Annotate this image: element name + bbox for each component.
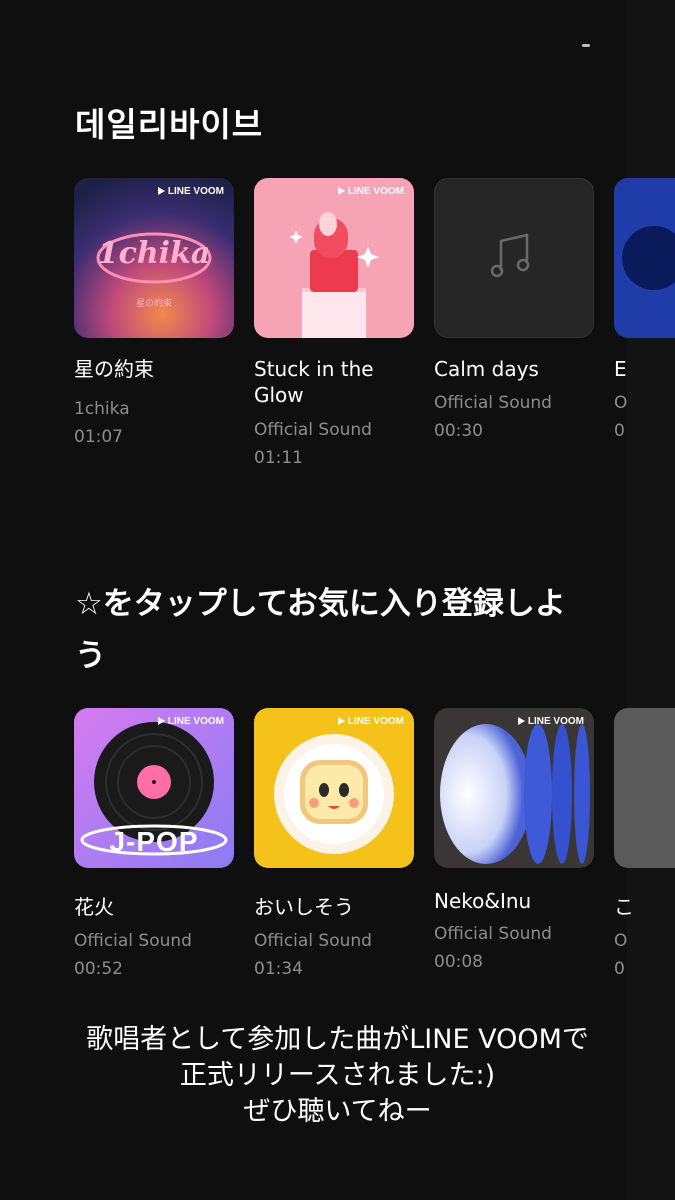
line-voom-badge: LINE VOOM xyxy=(337,184,404,198)
status-indicator xyxy=(582,44,590,47)
caption-text: 歌唱者として参加した曲がLINE VOOMで 正式リリースされました:) ぜひ聴… xyxy=(0,1022,675,1130)
play-icon xyxy=(517,717,525,725)
sound-title: Calm days xyxy=(434,357,539,381)
album-art-ovals: LINE VOOM xyxy=(434,708,594,868)
sound-duration: 00:30 xyxy=(434,421,483,441)
album-art-partial xyxy=(614,178,675,338)
sound-artist: Official Sound xyxy=(434,924,552,944)
sound-duration: 01:34 xyxy=(254,959,303,979)
caption-line: 正式リリースされました:) xyxy=(179,1060,496,1091)
sound-artist: Official Sound xyxy=(254,931,372,951)
sound-title: Neko&Inu xyxy=(434,889,532,913)
sound-duration: 0 xyxy=(614,959,625,979)
sound-artist: 1chika xyxy=(74,399,130,419)
play-icon xyxy=(157,187,165,195)
sound-title: Stuck in the Glow xyxy=(254,357,374,407)
album-art-placeholder xyxy=(434,178,594,338)
album-art-1chika: 1chika 星の約束 LINE VOOM xyxy=(74,178,234,338)
sound-artist: O xyxy=(614,931,628,951)
play-icon xyxy=(337,187,345,195)
sound-title: おいしそう xyxy=(254,895,354,919)
line-voom-badge: LINE VOOM xyxy=(337,714,404,728)
play-icon xyxy=(157,717,165,725)
sound-title: 花火 xyxy=(74,895,114,919)
sound-duration: 00:08 xyxy=(434,952,483,972)
album-art-vinyl: J-POP LINE VOOM xyxy=(74,708,234,868)
sound-artist: Official Sound xyxy=(254,420,372,440)
album-art-title: 1chika xyxy=(97,236,211,271)
section-title-daily-vibe: 데일리바이브 xyxy=(75,105,264,144)
carousel-daily-vibe[interactable]: 1chika 星の約束 LINE VOOM 星の約束 1chika 01:07 … xyxy=(74,178,675,498)
caption-line: 歌唱者として参加した曲がLINE VOOMで xyxy=(86,1024,589,1055)
sound-title: E xyxy=(614,357,627,381)
play-icon xyxy=(337,717,345,725)
caption-line: ぜひ聴いてねー xyxy=(243,1096,432,1127)
sound-duration: 0 xyxy=(614,421,625,441)
line-voom-badge: LINE VOOM xyxy=(157,184,224,198)
album-art-partial xyxy=(614,708,675,868)
line-voom-badge: LINE VOOM xyxy=(517,714,584,728)
album-art-title: J-POP xyxy=(109,826,199,857)
sound-title: 星の約束 xyxy=(74,357,154,381)
album-art-subtitle: 星の約束 xyxy=(135,299,172,309)
sound-duration: 01:11 xyxy=(254,448,303,468)
section-title-favorites: ☆をタップしてお気に入り登録しよう xyxy=(75,586,566,674)
sound-title: こ xyxy=(614,895,634,919)
sound-artist: Official Sound xyxy=(74,931,192,951)
album-art-toast: LINE VOOM xyxy=(254,708,414,868)
album-art-lipstick: LINE VOOM xyxy=(254,178,414,338)
sound-artist: O xyxy=(614,393,628,413)
sound-duration: 00:52 xyxy=(74,959,123,979)
line-voom-badge: LINE VOOM xyxy=(157,714,224,728)
carousel-favorites[interactable]: J-POP LINE VOOM 花火 Official Sound 00:52 … xyxy=(74,708,675,1028)
music-note-icon xyxy=(490,233,530,278)
sound-duration: 01:07 xyxy=(74,427,123,447)
sound-artist: Official Sound xyxy=(434,393,552,413)
